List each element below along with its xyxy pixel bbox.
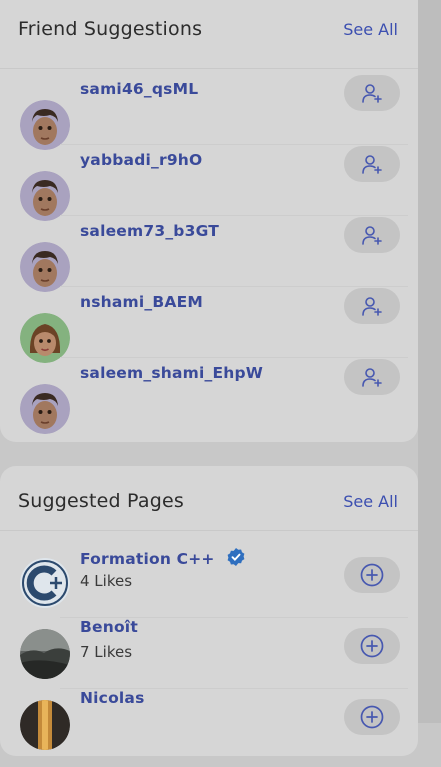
page-name-row: Formation C++ bbox=[80, 547, 246, 568]
scrollbar-track[interactable] bbox=[418, 0, 441, 723]
friend-suggestion-row[interactable]: saleem73_b3GT bbox=[18, 217, 400, 302]
add-friend-icon bbox=[362, 368, 382, 387]
add-friend-button[interactable] bbox=[344, 75, 400, 111]
follow-page-button[interactable] bbox=[344, 699, 400, 735]
row-divider bbox=[60, 357, 408, 358]
add-circle-icon bbox=[360, 563, 384, 587]
friend-suggestion-row[interactable]: saleem_shami_EhpW bbox=[18, 359, 400, 444]
landscape-photo-icon bbox=[20, 629, 70, 679]
page-likes-count: 7 Likes bbox=[80, 643, 133, 661]
add-friend-button[interactable] bbox=[344, 217, 400, 253]
friend-suggestions-see-all-link[interactable]: See All bbox=[343, 20, 398, 39]
suggested-pages-title: Suggested Pages bbox=[18, 490, 184, 512]
follow-page-button[interactable] bbox=[344, 628, 400, 664]
page-name[interactable]: Formation C++ bbox=[80, 550, 215, 568]
follow-page-button[interactable] bbox=[344, 557, 400, 593]
page-likes-count: 4 Likes bbox=[80, 572, 133, 590]
add-circle-icon bbox=[360, 634, 384, 658]
add-friend-button[interactable] bbox=[344, 146, 400, 182]
friend-username[interactable]: sami46_qsML bbox=[80, 80, 198, 98]
friend-suggestions-card: Friend Suggestions See All sami46_qsML y… bbox=[0, 0, 418, 442]
add-friend-icon bbox=[362, 226, 382, 245]
add-friend-button[interactable] bbox=[344, 359, 400, 395]
suggested-pages-see-all-link[interactable]: See All bbox=[343, 492, 398, 511]
friend-suggestion-row[interactable]: sami46_qsML bbox=[18, 75, 400, 160]
row-divider bbox=[60, 144, 408, 145]
male-memoji-icon bbox=[20, 242, 70, 292]
sunset-photo-icon bbox=[20, 700, 70, 750]
add-friend-icon bbox=[362, 297, 382, 316]
row-divider bbox=[60, 286, 408, 287]
page-name[interactable]: Benoît bbox=[80, 618, 138, 636]
page-name[interactable]: Nicolas bbox=[80, 689, 145, 707]
suggested-page-row[interactable]: Formation C++ 4 Likes bbox=[18, 548, 400, 625]
cpp-logo-icon bbox=[20, 558, 70, 608]
suggested-page-row[interactable]: Nicolas bbox=[18, 689, 400, 767]
suggested-page-row[interactable]: Benoît 7 Likes bbox=[18, 618, 400, 696]
suggested-pages-header: Suggested Pages See All bbox=[18, 489, 398, 513]
friend-suggestion-row[interactable]: nshami_BAEM bbox=[18, 288, 400, 373]
male-memoji-icon bbox=[20, 100, 70, 150]
add-friend-icon bbox=[362, 84, 382, 103]
friend-username[interactable]: saleem_shami_EhpW bbox=[80, 364, 263, 382]
male-memoji-icon bbox=[20, 384, 70, 434]
friend-username[interactable]: yabbadi_r9hO bbox=[80, 151, 202, 169]
add-circle-icon bbox=[360, 705, 384, 729]
friend-username[interactable]: nshami_BAEM bbox=[80, 293, 203, 311]
friend-suggestions-header: Friend Suggestions See All bbox=[18, 17, 398, 41]
friend-username[interactable]: saleem73_b3GT bbox=[80, 222, 219, 240]
header-divider bbox=[0, 530, 418, 531]
verified-badge-icon bbox=[227, 548, 245, 566]
friend-suggestion-row[interactable]: yabbadi_r9hO bbox=[18, 146, 400, 231]
header-divider bbox=[0, 68, 418, 69]
row-divider bbox=[60, 215, 408, 216]
friend-suggestions-title: Friend Suggestions bbox=[18, 18, 203, 40]
male-memoji-icon bbox=[20, 171, 70, 221]
female-memoji-icon bbox=[20, 313, 70, 363]
add-friend-icon bbox=[362, 155, 382, 174]
add-friend-button[interactable] bbox=[344, 288, 400, 324]
suggested-pages-card: Suggested Pages See All Formation C++ 4 … bbox=[0, 466, 418, 756]
